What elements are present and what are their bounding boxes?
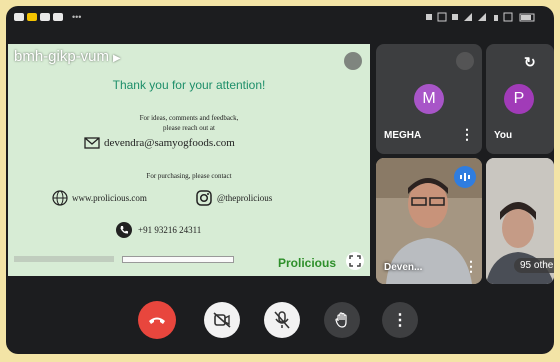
mail-icon [84,137,100,149]
notification-icon [14,13,24,21]
status-system-icons [424,11,544,25]
status-notification-icons: ••• [14,12,81,22]
pin-icon[interactable] [344,52,362,70]
phone-screen: ••• bmh-gikp-vum ▶ Thank you for your att… [6,6,554,354]
raise-hand-button[interactable] [324,302,360,338]
switch-camera-icon[interactable]: ↻ [524,54,536,71]
signal-battery-icon [426,12,535,22]
slide-text-purchasing: For purchasing, please contact [146,172,232,180]
participant-video-tile[interactable]: Deven... ⋮ [376,158,482,284]
speaking-indicator-icon [454,166,476,188]
more-options-icon[interactable]: ⋮ [464,258,478,275]
end-call-button[interactable] [138,301,176,339]
more-vert-icon: ⋮ [392,312,408,329]
participant-tile-self[interactable]: ↻ P You [486,44,554,154]
camera-off-icon [213,312,231,328]
notification-icon [40,13,50,21]
fullscreen-icon[interactable] [346,252,364,270]
slide-text-reach: please reach out at [163,124,215,132]
mic-toggle-button[interactable] [264,302,300,338]
others-count-badge[interactable]: 95 others [514,258,554,273]
website-row: www.prolicious.com [52,190,147,206]
slide-caption-bar [122,256,234,263]
end-call-icon [149,317,165,324]
more-options-button[interactable]: ⋮ [382,302,418,338]
email-text: devendra@samyogfoods.com [104,137,235,149]
chevron-right-icon: ▶ [113,53,121,64]
participant-name: You [494,130,513,141]
avatar-initial: P [513,90,525,107]
mic-off-icon [274,311,290,329]
slide-text-feedback: For ideas, comments and feedback, [139,114,239,122]
avatar: P [504,84,534,114]
avatar-initial: M [422,90,436,107]
camera-toggle-button[interactable] [204,302,240,338]
meeting-code-text: bmh-gikp-vum [14,48,110,65]
mic-off-icon [456,52,474,70]
slide-footer-strip [14,256,114,262]
phone-row: +91 93216 24311 [116,222,201,238]
phone-icon [116,222,132,238]
participant-tile[interactable]: M MEGHA ⋮ [376,44,482,154]
notification-icon [27,13,37,21]
brand-logo: Prolicious [278,256,337,270]
email-row: devendra@samyogfoods.com [84,137,235,149]
others-tile[interactable]: 95 others [486,158,554,284]
status-bar: ••• [6,6,554,28]
meeting-code[interactable]: bmh-gikp-vum ▶ [14,48,121,65]
hand-icon [335,312,347,328]
more-options-icon[interactable]: ⋮ [460,126,474,143]
website-text: www.prolicious.com [72,193,147,203]
phone-text: +91 93216 24311 [138,225,202,235]
notification-icon [53,13,63,21]
avatar: M [414,84,444,114]
instagram-text: @theprolicious [217,193,273,203]
instagram-row: @theprolicious [196,190,272,206]
globe-icon [52,190,68,206]
more-notifications-icon: ••• [72,12,82,22]
call-controls: ⋮ [6,294,554,354]
participant-name: Deven... [384,262,423,273]
presentation-screen[interactable]: bmh-gikp-vum ▶ Thank you for your attenti… [8,44,370,276]
slide-title: Thank you for your attention! [112,78,266,92]
instagram-icon [196,190,212,206]
participant-name: MEGHA [384,130,422,141]
